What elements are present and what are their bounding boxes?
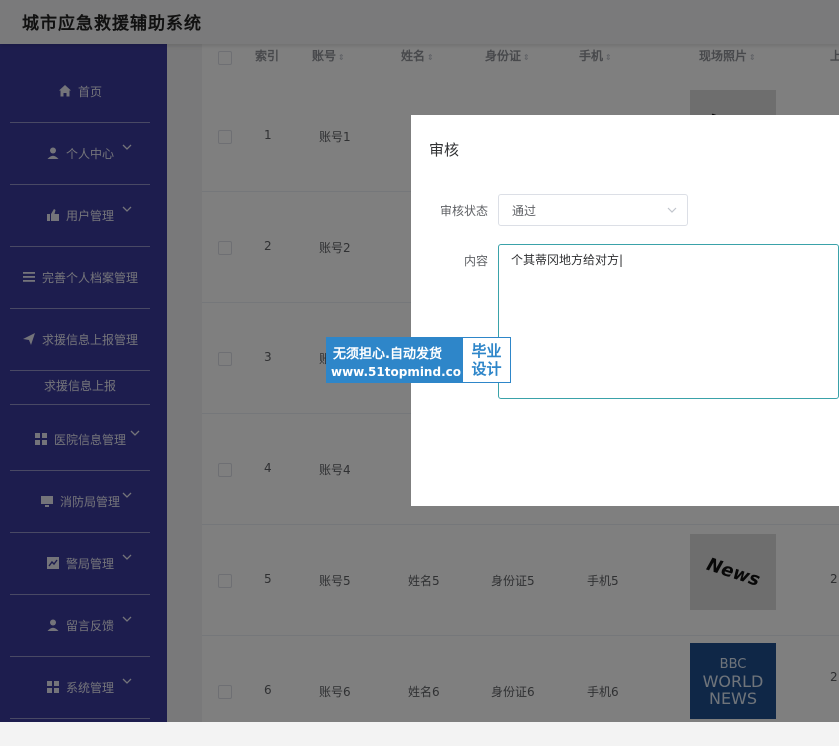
watermark-badge: 毕业 设计 bbox=[462, 337, 511, 383]
content-label: 内容 bbox=[463, 254, 488, 268]
watermark-banner: 无须担心.自动发货 www.51topmind.com 毕业 设计 bbox=[326, 337, 511, 383]
watermark-badge-line1: 毕业 bbox=[471, 342, 502, 360]
content-textarea[interactable]: 个其蒂冈地方给对方| bbox=[498, 244, 839, 399]
review-dialog: 审核 审核状态 通过 内容 个其蒂冈地方给对方| bbox=[411, 115, 839, 506]
watermark-line2: www.51topmind.com bbox=[331, 365, 474, 379]
dialog-title: 审核 bbox=[429, 141, 460, 159]
chevron-down-icon bbox=[667, 207, 677, 213]
status-label: 审核状态 bbox=[439, 204, 488, 218]
watermark-main: 无须担心.自动发货 www.51topmind.com bbox=[326, 337, 474, 383]
status-select[interactable]: 通过 bbox=[498, 194, 688, 226]
status-select-value: 通过 bbox=[512, 204, 537, 218]
watermark-badge-line2: 设计 bbox=[471, 360, 502, 378]
watermark-line1: 无须担心.自动发货 bbox=[333, 347, 442, 362]
